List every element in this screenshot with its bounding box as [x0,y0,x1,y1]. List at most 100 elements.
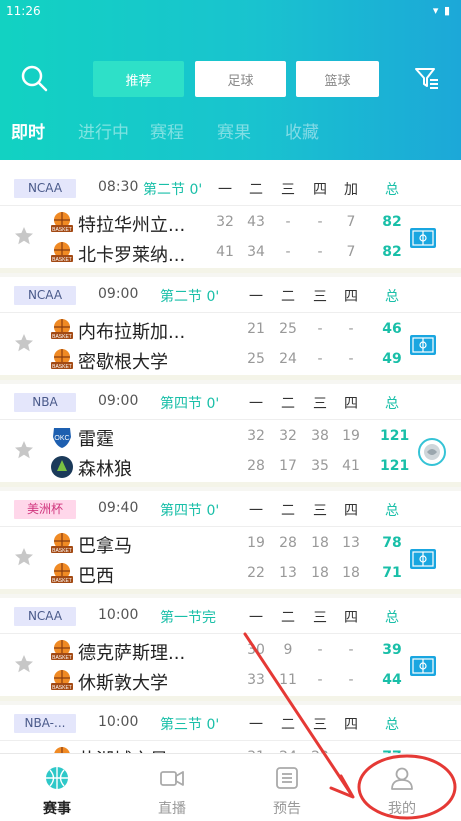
team-name: 北卡罗莱纳... [78,245,186,266]
home-team-row: OKC 雷霆 32 32 38 19 121 [0,422,461,452]
svg-text:BASKET: BASKET [52,548,72,554]
score-cell: 32 [247,428,265,444]
favorite-star-icon[interactable] [14,333,34,353]
score-cell: - [317,244,323,260]
subtab-favorites[interactable]: 收藏 [285,118,319,143]
match-card[interactable]: NCAA 09:00 第二节 0' 一 二 三 四 总 BASKET 内布拉斯加... 21 25 - -… [0,277,461,375]
match-card[interactable]: 美洲杯 09:40 第四节 0' 一二三四总 BASKET 巴拿马 19 28 18 13 78 BA… [0,491,461,589]
score-cell: 25 [279,321,297,337]
quarter-header: 总 [385,182,399,198]
team-name: 雷霆 [78,429,114,450]
quarter-header: 二 [281,289,295,305]
match-card[interactable]: NBA-...10:00第三节 0'一二三四总BASKET盐湖城之星312422… [0,705,461,753]
home-team-logo: BASKET [51,212,73,233]
home-team-logo: BASKET [51,319,73,340]
score-cell: 82 [382,244,402,260]
match-header: NBA-... 10:00 第三节 0' 一 二 三 四 总 [0,705,461,741]
quarter-header: 一 [249,717,263,733]
quarter-header: 总 [385,717,399,733]
favorite-star-icon[interactable] [14,654,34,674]
team-name: 巴拿马 [78,536,132,557]
score-cell: 78 [382,535,402,551]
subtab-schedule[interactable]: 赛程 [150,118,184,143]
quarter-header: 三 [313,503,327,519]
match-period: 第一节完 [160,610,216,626]
match-teams: BASKET 德克萨斯理... 30 9 - - 39 BASKET 休斯敦大学 33 11 - - 44 [0,634,461,696]
quarter-header: 四 [344,610,358,626]
league-badge[interactable]: 美洲杯 [14,500,76,519]
subtab-live[interactable]: 即时 [11,118,45,143]
away-team-logo: BASKET [51,242,73,263]
svg-text:BASKET: BASKET [52,257,72,263]
team-name: 盐湖城之星 [78,746,168,753]
category-tab-basketball[interactable]: 篮球 [296,61,379,97]
match-period: 第二节 0' [160,289,220,305]
app-root: 11:26 ▾ ▮ 推荐 足球 篮球 即时 进行中 赛程 赛果 收藏 NCAA 0… [0,0,461,821]
away-team-logo [51,456,73,478]
score-cell: 34 [247,244,265,260]
match-teams: BASKET 巴拿马 19 28 18 13 78 BASKET 巴西 22 13 18 18 71 [0,527,461,589]
quarter-header: 一 [249,503,263,519]
match-card[interactable]: NBA 09:00 第四节 0' 一 二 三 四 总 OKC 雷霆 32 32 38 19 121 森林狼 28… [0,384,461,482]
category-tab-recommend[interactable]: 推荐 [93,61,184,97]
tab-preview[interactable]: 预告 [242,754,332,821]
quarter-header: 一 [249,289,263,305]
score-cell: 19 [247,535,265,551]
score-cell: 43 [247,214,265,230]
score-cell: - [285,214,291,230]
quarter-header: 四 [344,289,358,305]
score-cell: - [317,642,323,658]
team-name: 内布拉斯加... [78,322,186,343]
score-cell: 28 [247,458,265,474]
score-cell: 38 [311,428,329,444]
favorite-star-icon[interactable] [14,440,34,460]
score-cell: 18 [311,565,329,581]
team-name: 巴西 [78,566,114,587]
quarter-header: 四 [344,396,358,412]
favorite-star-icon[interactable] [14,547,34,567]
home-team-logo: BASKET [51,533,73,554]
header-bar: 11:26 ▾ ▮ 推荐 足球 篮球 即时 进行中 赛程 赛果 收藏 [0,0,461,160]
home-team-row: BASKET 内布拉斯加... 21 25 - - 46 [0,315,461,345]
score-cell: - [317,672,323,688]
match-list: NCAA 08:30 第二节 0' 一二三四加总 BASKET 特拉华州立... 32 43-… [0,160,461,753]
filter-icon[interactable] [414,66,440,90]
match-card[interactable]: NCAA 08:30 第二节 0' 一 二 三 四 加 总 BASKET 特拉华州立... 32 43 -… [0,170,461,268]
league-badge[interactable]: NBA-... [14,714,76,733]
score-cell: - [285,244,291,260]
category-tab-football[interactable]: 足球 [195,61,286,97]
team-name: 特拉华州立... [78,215,186,236]
subtab-results[interactable]: 赛果 [217,118,251,143]
subtab-in-progress[interactable]: 进行中 [78,118,129,143]
match-period: 第二节 0' [143,182,203,198]
league-badge[interactable]: NCAA [14,607,76,626]
tab-events[interactable]: 赛事 [12,754,102,821]
home-team-logo: OKC [53,428,71,448]
match-card[interactable]: NCAA 10:00 第一节完一二三四总 BASKET 德克萨斯理... 30 9- -39 B… [0,598,461,696]
match-header: NBA 09:00 第四节 0' 一 二 三 四 总 [0,384,461,420]
video-icon[interactable] [410,228,436,248]
score-cell: 17 [279,458,297,474]
video-icon[interactable] [410,549,436,569]
score-cell: 28 [279,535,297,551]
tab-live[interactable]: 直播 [127,754,217,821]
animation-icon[interactable] [418,438,446,466]
score-cell: 18 [311,535,329,551]
league-badge[interactable]: NCAA [14,179,76,198]
video-icon[interactable] [410,335,436,355]
home-team-row: BASKET 特拉华州立... 32 43 - - 7 82 [0,208,461,238]
match-period: 第四节 0' [160,396,220,412]
score-cell: 25 [247,351,265,367]
quarter-header: 四 [344,503,358,519]
tab-live-label: 直播 [158,801,186,817]
score-cell: - [317,351,323,367]
score-cell: - [317,214,323,230]
video-icon[interactable] [410,656,436,676]
quarter-header: 二 [249,182,263,198]
tab-mine[interactable]: 我的 [357,754,447,821]
search-icon[interactable] [20,64,48,92]
match-teams: BASKET盐湖城之星312422-77 [0,741,461,753]
league-badge[interactable]: NCAA [14,286,76,305]
league-badge[interactable]: NBA [14,393,76,412]
favorite-star-icon[interactable] [14,226,34,246]
